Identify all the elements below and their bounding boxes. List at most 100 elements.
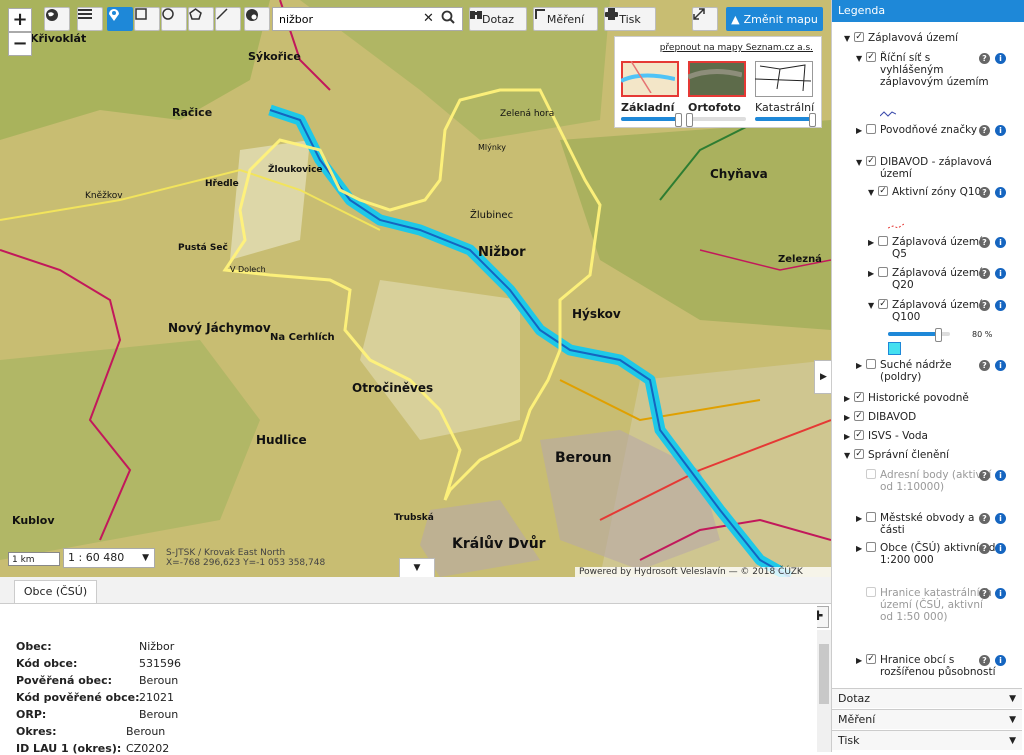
globe-button[interactable] bbox=[44, 7, 70, 31]
help-icon[interactable]: ? bbox=[979, 543, 990, 554]
opacity-slider[interactable] bbox=[686, 113, 746, 127]
legend-checkbox[interactable]: ✓ bbox=[854, 449, 864, 459]
slider-handle[interactable] bbox=[674, 113, 682, 127]
slider-handle[interactable] bbox=[934, 328, 942, 342]
rectangle-tool-button[interactable] bbox=[134, 7, 160, 31]
legend-item[interactable]: ▶ Městské obvody a části bbox=[856, 512, 994, 536]
query-button[interactable]: Dotaz bbox=[469, 7, 527, 31]
legend-checkbox[interactable]: ✓ bbox=[866, 156, 876, 166]
help-icon[interactable]: ? bbox=[979, 300, 990, 311]
line-tool-button[interactable] bbox=[215, 7, 241, 31]
help-icon[interactable]: ? bbox=[979, 187, 990, 198]
legend-checkbox[interactable] bbox=[878, 236, 888, 246]
legend-checkbox[interactable]: ✓ bbox=[854, 32, 864, 42]
info-icon[interactable]: i bbox=[995, 360, 1006, 371]
info-icon[interactable]: i bbox=[995, 655, 1006, 666]
collapse-legend-button[interactable]: ▶ bbox=[814, 360, 831, 394]
help-icon[interactable]: ? bbox=[979, 655, 990, 666]
caret-right-icon[interactable]: ▶ bbox=[856, 125, 862, 137]
legend-checkbox[interactable]: ✓ bbox=[866, 52, 876, 62]
point-tool-button[interactable] bbox=[107, 7, 133, 31]
caret-down-icon[interactable]: ▼ bbox=[868, 300, 874, 312]
legend-item[interactable]: ▶ ✓ ISVS - Voda bbox=[844, 430, 994, 442]
circle-tool-button[interactable] bbox=[161, 7, 187, 31]
legend-item[interactable]: ▼ ✓ Říční síť s vyhlášeným záplavovým územ… bbox=[856, 52, 994, 100]
collapse-bottom-panel-button[interactable]: ▼ bbox=[399, 558, 435, 577]
legend-checkbox[interactable]: ✓ bbox=[854, 392, 864, 402]
caret-right-icon[interactable]: ▶ bbox=[868, 268, 874, 280]
legend-item[interactable]: ▶ Obce (ČSÚ) aktivní od 1:200 000 bbox=[856, 542, 995, 578]
legend-checkbox[interactable] bbox=[866, 359, 876, 369]
map-canvas[interactable]: Křivoklát Sýkořice Račice Žloukovice Hře… bbox=[0, 0, 831, 577]
legend-checkbox[interactable]: ✓ bbox=[878, 299, 888, 309]
caret-right-icon[interactable]: ▶ bbox=[856, 360, 862, 372]
legend-checkbox[interactable] bbox=[878, 267, 888, 277]
measure-button[interactable]: Měření bbox=[533, 7, 598, 31]
scale-select[interactable]: 1 : 60 480 ▼ bbox=[63, 548, 155, 568]
caret-down-icon[interactable]: ▼ bbox=[868, 187, 874, 199]
help-icon[interactable]: ? bbox=[979, 237, 990, 248]
legend-checkbox[interactable] bbox=[866, 124, 876, 134]
info-icon[interactable]: i bbox=[995, 268, 1006, 279]
help-icon[interactable]: ? bbox=[979, 588, 990, 599]
basemap-katastralni[interactable]: Katastrální bbox=[755, 61, 816, 127]
q100-opacity-slider[interactable] bbox=[888, 328, 950, 342]
opacity-slider[interactable] bbox=[755, 113, 816, 127]
legend-checkbox[interactable]: ✓ bbox=[866, 654, 876, 664]
accordion-measure[interactable]: Měření ▼ bbox=[832, 709, 1022, 729]
legend-item[interactable]: ▶ ✓ DIBAVOD bbox=[844, 411, 994, 423]
caret-right-icon[interactable]: ▶ bbox=[844, 393, 850, 405]
caret-right-icon[interactable]: ▶ bbox=[844, 412, 850, 424]
legend-item[interactable]: ▼ ✓ Aktivní zóny Q100 bbox=[868, 186, 994, 210]
info-icon[interactable]: i bbox=[995, 300, 1006, 311]
legend-item[interactable]: ▼ ✓ DIBAVOD - záplavová území bbox=[856, 156, 994, 180]
basemap-zakladni[interactable]: Základní bbox=[621, 61, 682, 127]
help-icon[interactable]: ? bbox=[979, 268, 990, 279]
legend-checkbox[interactable]: ✓ bbox=[854, 430, 864, 440]
help-icon[interactable]: ? bbox=[979, 513, 990, 524]
legend-item[interactable]: ▶ Záplavová území Q20 bbox=[868, 267, 994, 291]
legend-item[interactable]: ▼ ✓ Správní členění bbox=[844, 449, 994, 461]
caret-down-icon[interactable]: ▼ bbox=[856, 53, 862, 65]
change-map-button[interactable]: ▲ Změnit mapu bbox=[726, 7, 823, 31]
legend-checkbox[interactable] bbox=[866, 542, 876, 552]
caret-right-icon[interactable]: ▶ bbox=[844, 431, 850, 443]
tab-obce-csu[interactable]: Obce (ČSÚ) bbox=[14, 580, 97, 603]
seznam-maps-link[interactable]: přepnout na mapy Seznam.cz a.s. bbox=[660, 43, 813, 53]
legend-item[interactable]: ▶ Suché nádrže (poldry) bbox=[856, 359, 994, 383]
legend-item[interactable]: ▶ ✓ Hranice obcí s rozšířenou působností bbox=[856, 654, 996, 686]
slider-handle[interactable] bbox=[808, 113, 816, 127]
caret-right-icon[interactable]: ▶ bbox=[868, 237, 874, 249]
caret-right-icon[interactable]: ▶ bbox=[856, 543, 862, 555]
layers-menu-button[interactable] bbox=[77, 7, 103, 31]
zoom-in-button[interactable]: + bbox=[8, 8, 32, 32]
info-scrollbar[interactable] bbox=[817, 630, 831, 752]
info-icon[interactable]: i bbox=[995, 513, 1006, 524]
help-icon[interactable]: ? bbox=[979, 360, 990, 371]
caret-down-icon[interactable]: ▼ bbox=[844, 33, 850, 45]
info-icon[interactable]: i bbox=[995, 237, 1006, 248]
search-box[interactable]: ✕ bbox=[272, 7, 463, 31]
info-icon[interactable]: i bbox=[995, 125, 1006, 136]
polygon-tool-button[interactable] bbox=[188, 7, 214, 31]
legend-checkbox[interactable] bbox=[866, 512, 876, 522]
print-button[interactable]: Tisk bbox=[604, 7, 656, 31]
info-icon[interactable]: i bbox=[995, 588, 1006, 599]
accordion-query[interactable]: Dotaz ▼ bbox=[832, 688, 1022, 708]
info-icon[interactable]: i bbox=[995, 53, 1006, 64]
caret-down-icon[interactable]: ▼ bbox=[856, 157, 862, 169]
caret-right-icon[interactable]: ▶ bbox=[856, 513, 862, 525]
info-icon[interactable]: i bbox=[995, 543, 1006, 554]
help-icon[interactable]: ? bbox=[979, 53, 990, 64]
help-icon[interactable]: ? bbox=[979, 470, 990, 481]
info-icon[interactable]: i bbox=[995, 470, 1006, 481]
legend-tree[interactable]: ▼ ✓ Záplavová území ▼ ✓ Říční síť s vyhlášený… bbox=[832, 24, 1024, 686]
legend-item[interactable]: ▼ ✓ Záplavová území Q100 bbox=[868, 299, 994, 323]
legend-item[interactable]: ▶ Povodňové značky bbox=[856, 124, 994, 148]
search-input[interactable] bbox=[279, 11, 419, 27]
scrollbar-thumb[interactable] bbox=[819, 644, 829, 704]
legend-item[interactable]: Hranice katastrálních území (ČSÚ, aktivn… bbox=[856, 587, 994, 647]
fullscreen-button[interactable] bbox=[692, 7, 718, 31]
help-icon[interactable]: ? bbox=[979, 125, 990, 136]
caret-down-icon[interactable]: ▼ bbox=[844, 450, 850, 462]
